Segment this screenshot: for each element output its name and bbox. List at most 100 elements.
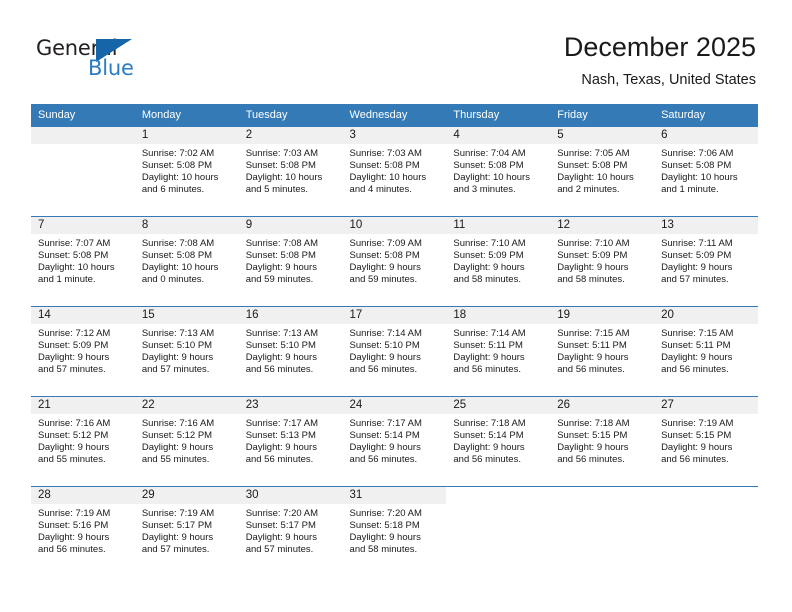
day-cell-inner: 25 Sunrise: 7:18 AM Sunset: 5:14 PM Dayligh… bbox=[446, 397, 551, 486]
calendar-day-cell[interactable]: 6 Sunrise: 7:06 AM Sunset: 5:08 PM Daylight… bbox=[654, 126, 758, 217]
day-detail-line: Sunrise: 7:10 AM bbox=[453, 238, 526, 249]
day-detail-line: Sunrise: 7:03 AM bbox=[349, 148, 422, 159]
day-detail-line: Sunrise: 7:17 AM bbox=[349, 418, 422, 429]
day-cell-inner: 18 Sunrise: 7:14 AM Sunset: 5:11 PM Dayligh… bbox=[446, 307, 551, 396]
calendar-day-cell[interactable]: 21 Sunrise: 7:16 AM Sunset: 5:12 PM Dayligh… bbox=[31, 396, 135, 487]
day-number: 21 bbox=[31, 397, 135, 414]
day-cell-inner: 12 Sunrise: 7:10 AM Sunset: 5:09 PM Dayligh… bbox=[550, 217, 655, 306]
day-detail-line: Daylight: 9 hours bbox=[141, 352, 214, 364]
calendar-day-cell[interactable]: 30 Sunrise: 7:20 AM Sunset: 5:17 PM Dayligh… bbox=[238, 486, 343, 576]
day-details: Sunrise: 7:10 AM Sunset: 5:09 PM Daylight:… bbox=[446, 234, 550, 286]
calendar-week-row: 21 Sunrise: 7:16 AM Sunset: 5:12 PM Dayligh… bbox=[31, 396, 758, 487]
day-cell-inner: 9 Sunrise: 7:08 AM Sunset: 5:08 PM Daylight… bbox=[238, 217, 343, 306]
calendar-day-cell[interactable]: 20 Sunrise: 7:15 AM Sunset: 5:11 PM Dayligh… bbox=[654, 306, 758, 397]
day-details: Sunrise: 7:11 AM Sunset: 5:09 PM Daylight:… bbox=[654, 234, 758, 286]
day-cell-inner: 2 Sunrise: 7:03 AM Sunset: 5:08 PM Daylight… bbox=[238, 127, 343, 216]
calendar-day-cell[interactable]: 9 Sunrise: 7:08 AM Sunset: 5:08 PM Daylight… bbox=[238, 216, 343, 307]
day-cell-inner: 29 Sunrise: 7:19 AM Sunset: 5:17 PM Dayligh… bbox=[134, 487, 239, 576]
day-cell-inner: 27 Sunrise: 7:19 AM Sunset: 5:15 PM Dayligh… bbox=[654, 397, 758, 486]
day-number: 31 bbox=[342, 487, 447, 504]
calendar-week-row: 28 Sunrise: 7:19 AM Sunset: 5:16 PM Dayligh… bbox=[31, 486, 758, 576]
day-cell-inner: 14 Sunrise: 7:12 AM Sunset: 5:09 PM Dayligh… bbox=[31, 307, 135, 396]
day-details bbox=[31, 144, 135, 148]
day-details: Sunrise: 7:02 AM Sunset: 5:08 PM Daylight:… bbox=[135, 144, 239, 196]
day-detail-line: Sunset: 5:17 PM bbox=[141, 520, 213, 532]
location-subtitle: Nash, Texas, United States bbox=[581, 72, 756, 88]
calendar-day-cell[interactable]: 10 Sunrise: 7:09 AM Sunset: 5:08 PM Dayligh… bbox=[342, 216, 447, 307]
calendar-day-cell[interactable]: 31 Sunrise: 7:20 AM Sunset: 5:18 PM Dayligh… bbox=[342, 486, 447, 576]
day-details: Sunrise: 7:08 AM Sunset: 5:08 PM Daylight:… bbox=[239, 234, 343, 286]
day-detail-line: Sunset: 5:08 PM bbox=[38, 250, 109, 262]
day-cell-inner: 4 Sunrise: 7:04 AM Sunset: 5:08 PM Daylight… bbox=[446, 127, 551, 216]
day-detail-line: Sunrise: 7:04 AM bbox=[453, 148, 526, 159]
calendar-day-cell[interactable]: 27 Sunrise: 7:19 AM Sunset: 5:15 PM Dayligh… bbox=[654, 396, 758, 487]
day-details: Sunrise: 7:16 AM Sunset: 5:12 PM Daylight:… bbox=[135, 414, 239, 466]
day-detail-line: Daylight: 9 hours bbox=[38, 352, 110, 364]
day-detail-line: and 57 minutes. bbox=[38, 364, 106, 376]
day-detail-line: Sunrise: 7:19 AM bbox=[141, 508, 215, 519]
page-title: December 2025 bbox=[563, 32, 756, 62]
calendar-day-cell[interactable]: 16 Sunrise: 7:13 AM Sunset: 5:10 PM Dayligh… bbox=[238, 306, 343, 397]
day-detail-line: Daylight: 9 hours bbox=[661, 262, 733, 274]
calendar-day-cell[interactable]: 26 Sunrise: 7:18 AM Sunset: 5:15 PM Dayligh… bbox=[550, 396, 655, 487]
day-detail-line: Sunrise: 7:02 AM bbox=[141, 148, 215, 159]
day-detail-line: Sunset: 5:11 PM bbox=[661, 340, 731, 352]
day-detail-line: Sunset: 5:08 PM bbox=[557, 160, 628, 172]
calendar-day-cell[interactable]: 12 Sunrise: 7:10 AM Sunset: 5:09 PM Dayligh… bbox=[550, 216, 655, 307]
calendar-day-cell[interactable]: 23 Sunrise: 7:17 AM Sunset: 5:13 PM Dayligh… bbox=[238, 396, 343, 487]
calendar-day-cell[interactable]: 4 Sunrise: 7:04 AM Sunset: 5:08 PM Daylight… bbox=[446, 126, 551, 217]
day-number bbox=[654, 487, 758, 504]
day-detail-line: Sunrise: 7:13 AM bbox=[141, 328, 215, 339]
day-detail-line: Sunset: 5:10 PM bbox=[349, 340, 420, 352]
calendar-day-cell[interactable]: 3 Sunrise: 7:03 AM Sunset: 5:08 PM Daylight… bbox=[342, 126, 447, 217]
day-detail-line: and 55 minutes. bbox=[141, 454, 210, 466]
day-detail-line: Sunrise: 7:11 AM bbox=[661, 238, 733, 249]
calendar-day-cell[interactable]: 24 Sunrise: 7:17 AM Sunset: 5:14 PM Dayligh… bbox=[342, 396, 447, 487]
day-number bbox=[550, 487, 655, 504]
calendar-week-row: 14 Sunrise: 7:12 AM Sunset: 5:09 PM Dayligh… bbox=[31, 306, 758, 397]
day-detail-line: Sunrise: 7:16 AM bbox=[141, 418, 215, 429]
calendar-day-cell[interactable]: 18 Sunrise: 7:14 AM Sunset: 5:11 PM Dayligh… bbox=[446, 306, 551, 397]
calendar-day-cell[interactable]: 15 Sunrise: 7:13 AM Sunset: 5:10 PM Dayligh… bbox=[134, 306, 239, 397]
day-detail-line: Sunset: 5:08 PM bbox=[141, 250, 213, 262]
day-detail-line: and 59 minutes. bbox=[245, 274, 314, 286]
day-detail-line: and 57 minutes. bbox=[245, 544, 314, 556]
calendar-body: 1 Sunrise: 7:02 AM Sunset: 5:08 PM Daylight… bbox=[31, 126, 758, 576]
calendar-page: General Blue December 2025 Nash, Texas, … bbox=[0, 0, 792, 612]
day-cell-inner: 13 Sunrise: 7:11 AM Sunset: 5:09 PM Dayligh… bbox=[654, 217, 758, 306]
day-detail-line: and 56 minutes. bbox=[349, 454, 418, 466]
day-cell-inner: 5 Sunrise: 7:05 AM Sunset: 5:08 PM Daylight… bbox=[550, 127, 655, 216]
day-details bbox=[446, 504, 550, 508]
calendar-day-cell[interactable]: 14 Sunrise: 7:12 AM Sunset: 5:09 PM Dayligh… bbox=[31, 306, 135, 397]
day-detail-line: Sunset: 5:14 PM bbox=[349, 430, 420, 442]
day-number: 6 bbox=[654, 127, 758, 144]
day-cell-inner: 15 Sunrise: 7:13 AM Sunset: 5:10 PM Dayligh… bbox=[134, 307, 239, 396]
day-detail-line: and 57 minutes. bbox=[141, 364, 210, 376]
day-detail-line: Sunrise: 7:20 AM bbox=[349, 508, 422, 519]
day-detail-line: Sunrise: 7:06 AM bbox=[661, 148, 734, 159]
day-detail-line: Daylight: 10 hours bbox=[661, 172, 738, 184]
day-detail-line: Daylight: 10 hours bbox=[38, 262, 115, 274]
day-detail-line: and 55 minutes. bbox=[38, 454, 106, 466]
calendar-day-cell[interactable]: 5 Sunrise: 7:05 AM Sunset: 5:08 PM Daylight… bbox=[550, 126, 655, 217]
day-detail-line: Daylight: 9 hours bbox=[245, 262, 317, 274]
day-number: 16 bbox=[238, 307, 343, 324]
calendar-day-cell[interactable]: 19 Sunrise: 7:15 AM Sunset: 5:11 PM Dayligh… bbox=[550, 306, 655, 397]
calendar-day-cell[interactable]: 1 Sunrise: 7:02 AM Sunset: 5:08 PM Daylight… bbox=[134, 126, 239, 217]
calendar-day-cell[interactable]: 17 Sunrise: 7:14 AM Sunset: 5:10 PM Dayligh… bbox=[342, 306, 447, 397]
day-cell-inner: 16 Sunrise: 7:13 AM Sunset: 5:10 PM Dayligh… bbox=[238, 307, 343, 396]
day-cell-inner: 6 Sunrise: 7:06 AM Sunset: 5:08 PM Daylight… bbox=[654, 127, 758, 216]
calendar-day-cell[interactable]: 22 Sunrise: 7:16 AM Sunset: 5:12 PM Dayligh… bbox=[134, 396, 239, 487]
day-cell-inner: 22 Sunrise: 7:16 AM Sunset: 5:12 PM Dayligh… bbox=[134, 397, 239, 486]
calendar-day-cell[interactable]: 2 Sunrise: 7:03 AM Sunset: 5:08 PM Daylight… bbox=[238, 126, 343, 217]
calendar-day-cell[interactable]: 25 Sunrise: 7:18 AM Sunset: 5:14 PM Dayligh… bbox=[446, 396, 551, 487]
weekday-header-monday: Monday bbox=[134, 104, 239, 127]
calendar-day-cell[interactable]: 28 Sunrise: 7:19 AM Sunset: 5:16 PM Dayligh… bbox=[31, 486, 135, 576]
calendar-day-cell[interactable]: 13 Sunrise: 7:11 AM Sunset: 5:09 PM Dayligh… bbox=[654, 216, 758, 307]
calendar-day-cell[interactable]: 11 Sunrise: 7:10 AM Sunset: 5:09 PM Dayligh… bbox=[446, 216, 551, 307]
day-detail-line: Sunrise: 7:09 AM bbox=[349, 238, 422, 249]
day-details: Sunrise: 7:18 AM Sunset: 5:15 PM Daylight:… bbox=[550, 414, 654, 466]
calendar-day-cell[interactable]: 8 Sunrise: 7:08 AM Sunset: 5:08 PM Daylight… bbox=[134, 216, 239, 307]
calendar-day-cell[interactable]: 29 Sunrise: 7:19 AM Sunset: 5:17 PM Dayligh… bbox=[134, 486, 239, 576]
calendar-day-cell[interactable]: 7 Sunrise: 7:07 AM Sunset: 5:08 PM Daylight… bbox=[31, 216, 135, 307]
